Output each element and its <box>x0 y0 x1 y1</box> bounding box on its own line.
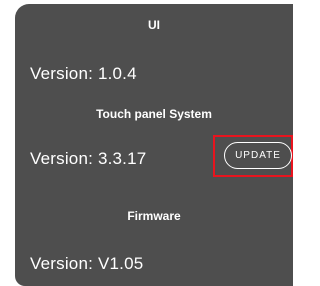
ui-section-title: UI <box>148 18 160 32</box>
firmware-version-text: Version: V1.05 <box>30 254 144 273</box>
touch-panel-section-title: Touch panel System <box>96 107 212 121</box>
update-button[interactable]: UPDATE <box>224 142 292 169</box>
version-info-panel: UI Version: 1.0.4 Touch panel System Ver… <box>15 4 293 286</box>
touch-panel-version-text: Version: 3.3.17 <box>30 149 147 168</box>
ui-version-text: Version: 1.0.4 <box>30 64 137 83</box>
firmware-section-title: Firmware <box>127 209 181 223</box>
